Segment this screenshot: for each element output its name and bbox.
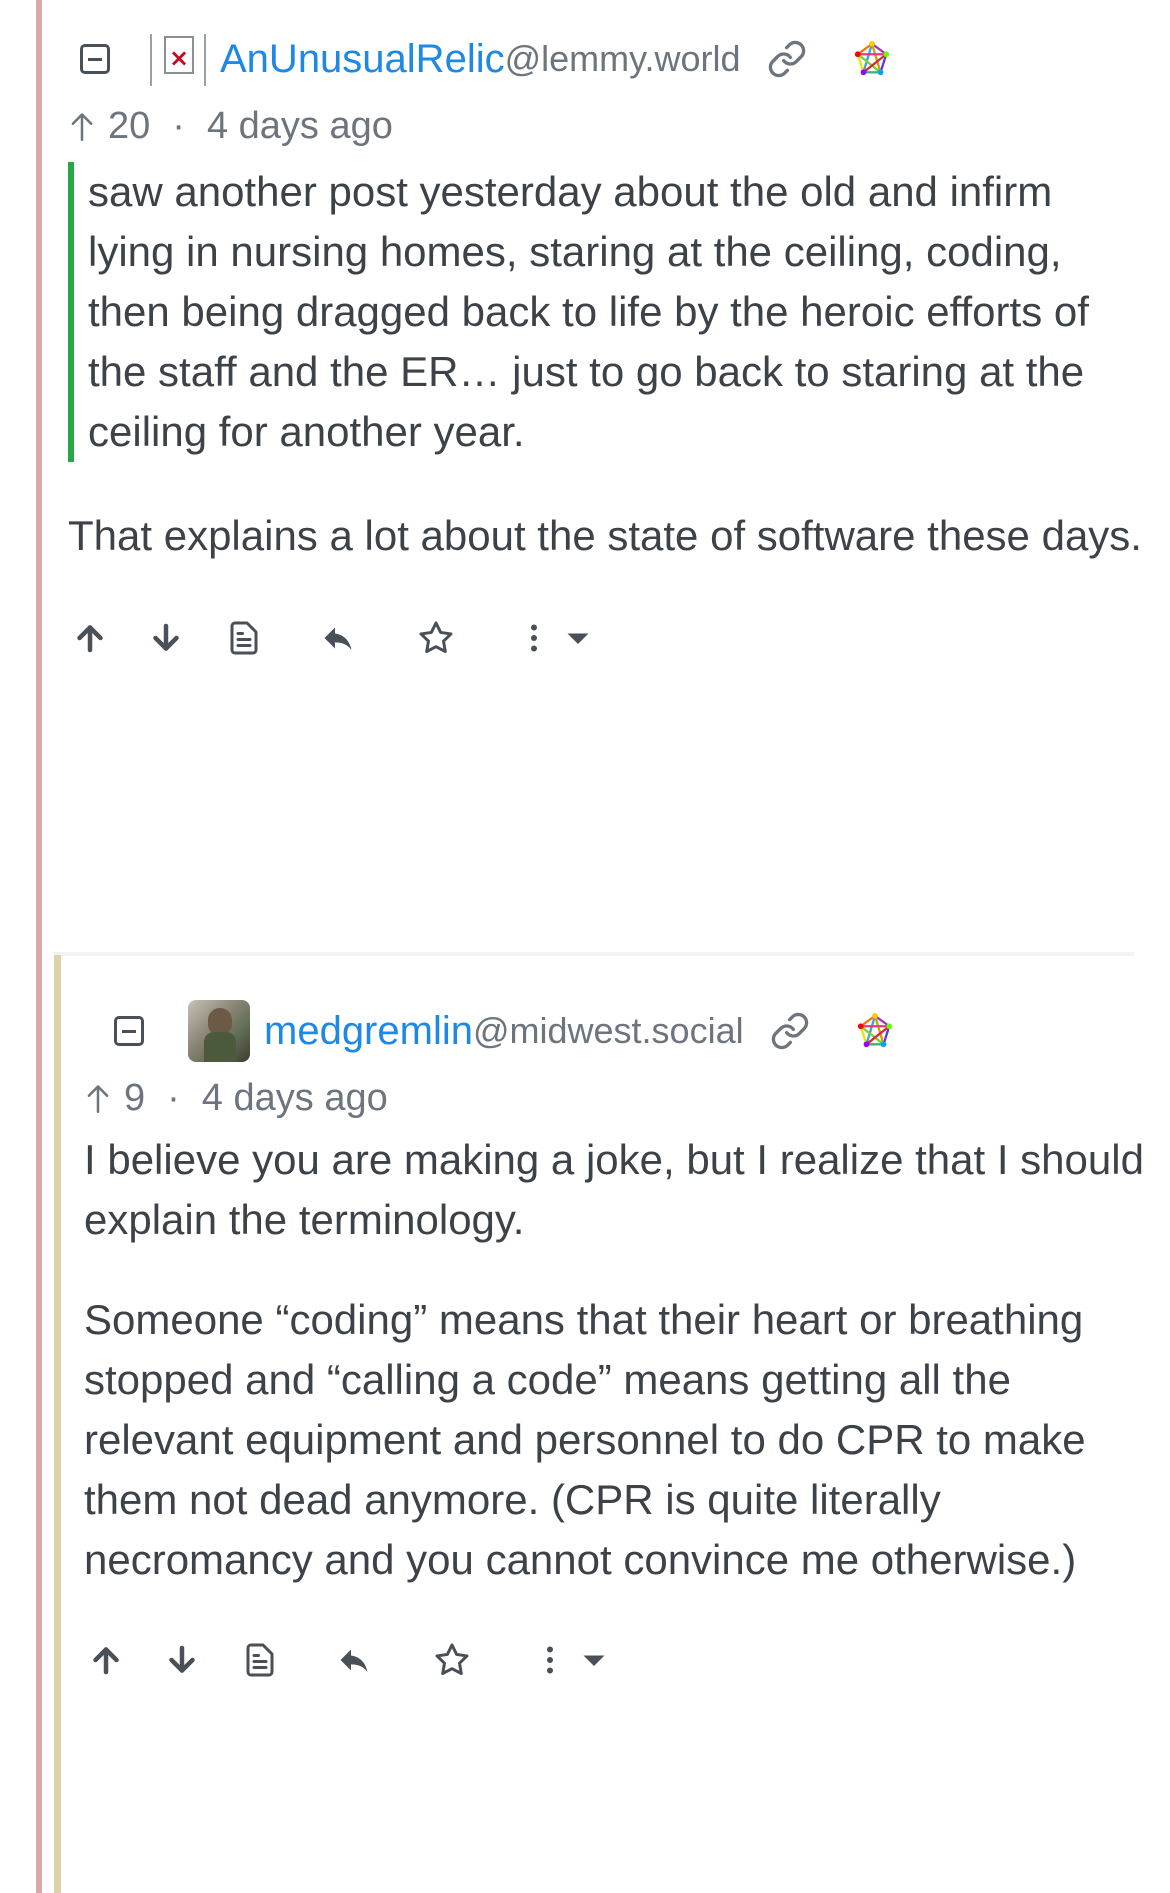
- downvote-button[interactable]: [144, 616, 188, 660]
- comment-time: 4 days ago: [201, 1076, 388, 1119]
- score-up-icon: [71, 113, 93, 141]
- fediverse-icon[interactable]: [853, 40, 891, 78]
- view-source-button[interactable]: [238, 1638, 282, 1682]
- upvote-button[interactable]: [84, 1638, 128, 1682]
- upvote-button[interactable]: [68, 616, 112, 660]
- score-up-icon: [87, 1085, 109, 1113]
- view-source-button[interactable]: [222, 616, 266, 660]
- user-instance: @midwest.social: [472, 1010, 744, 1051]
- username-link[interactable]: medgremlin: [264, 1009, 473, 1054]
- comment-meta: 20 · 4 days ago: [68, 98, 1148, 154]
- comment-header: medgremlin @midwest.social: [84, 992, 1154, 1070]
- link-icon[interactable]: [770, 1011, 810, 1051]
- more-vertical-icon: [531, 624, 537, 652]
- score-count: 9: [124, 1076, 146, 1119]
- score-count: 20: [108, 104, 151, 147]
- comment-divider: [54, 952, 1134, 956]
- comment-paragraph: Someone “coding” means that their heart …: [84, 1296, 1086, 1583]
- star-icon: [419, 621, 453, 653]
- username-link[interactable]: AnUnusualRelic: [220, 37, 505, 82]
- file-text-icon: [246, 1643, 274, 1677]
- comment-actions: [84, 1620, 1154, 1700]
- more-button[interactable]: [528, 1638, 572, 1682]
- more-dropdown-toggle[interactable]: [556, 616, 600, 660]
- meta-separator: ·: [167, 1076, 180, 1119]
- save-button[interactable]: [414, 616, 458, 660]
- reply-icon: [340, 1649, 368, 1672]
- avatar[interactable]: [188, 1000, 250, 1062]
- comment-header: × AnUnusualRelic @lemmy.world: [68, 20, 1148, 98]
- broken-avatar-icon: ×: [150, 32, 208, 86]
- link-icon[interactable]: [767, 39, 807, 79]
- comment-paragraph: I believe you are making a joke, but I r…: [84, 1136, 1144, 1243]
- more-dropdown-toggle[interactable]: [572, 1638, 616, 1682]
- arrow-up-icon: [77, 625, 103, 653]
- save-button[interactable]: [430, 1638, 474, 1682]
- more-vertical-icon: [547, 1646, 553, 1674]
- meta-separator: ·: [172, 104, 185, 147]
- comment-paragraph: That explains a lot about the state of s…: [68, 512, 1142, 559]
- collapse-icon[interactable]: [80, 44, 110, 74]
- caret-down-icon: [583, 1655, 605, 1666]
- thread-rail-level-1: [36, 0, 42, 1893]
- comment-anunusualrelic: × AnUnusualRelic @lemmy.world 20 · 4 day…: [68, 20, 1148, 678]
- star-icon: [435, 1643, 469, 1675]
- caret-down-icon: [567, 633, 589, 644]
- comment-actions: [68, 598, 1148, 678]
- file-text-icon: [230, 621, 258, 655]
- reply-button[interactable]: [316, 616, 360, 660]
- downvote-button[interactable]: [160, 1638, 204, 1682]
- comment-meta: 9 · 4 days ago: [84, 1070, 1154, 1126]
- arrow-up-icon: [93, 1647, 119, 1675]
- comment-time: 4 days ago: [206, 104, 393, 147]
- more-button[interactable]: [512, 616, 556, 660]
- reply-icon: [324, 627, 352, 650]
- arrow-down-icon: [169, 1645, 195, 1673]
- fediverse-icon[interactable]: [856, 1012, 894, 1050]
- arrow-down-icon: [153, 623, 179, 651]
- thread-rail-level-2: [54, 955, 61, 1893]
- reply-button[interactable]: [332, 1638, 376, 1682]
- user-instance: @lemmy.world: [504, 38, 741, 79]
- comment-medgremlin: medgremlin @midwest.social 9 · 4 days ag…: [84, 992, 1154, 1700]
- quote-block: saw another post yesterday about the old…: [68, 162, 1148, 462]
- collapse-icon[interactable]: [114, 1016, 144, 1046]
